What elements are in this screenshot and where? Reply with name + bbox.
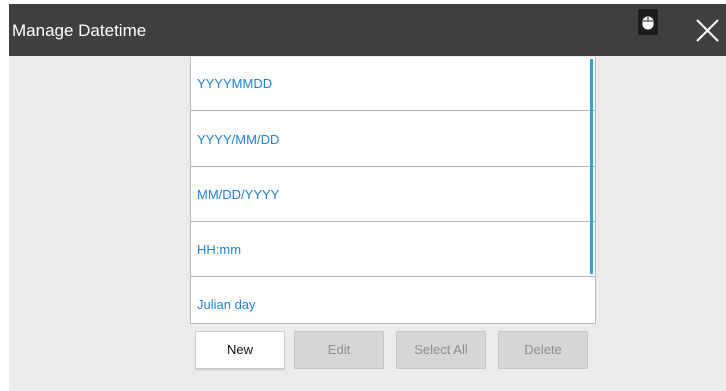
format-label: MM/DD/YYYY [197, 187, 280, 202]
edit-button[interactable]: Edit [294, 331, 384, 369]
format-label: HH:mm [197, 242, 242, 257]
list-item-yyyy-mm-dd[interactable]: YYYY/MM/DD [191, 113, 595, 167]
select-all-button[interactable]: Select All [396, 331, 486, 369]
title-bar: Manage Datetime [9, 4, 726, 56]
datetime-format-list[interactable]: YYYYMMDD YYYY/MM/DD MM/DD/YYYY HH:mm Jul… [190, 57, 596, 324]
list-item-julian-day[interactable]: Julian day [191, 278, 595, 323]
list-item-yyyymmdd[interactable]: YYYYMMDD [191, 57, 595, 111]
close-icon[interactable] [692, 14, 722, 46]
format-label: YYYYMMDD [197, 76, 273, 91]
new-button[interactable]: New [195, 331, 285, 369]
list-item-mm-dd-yyyy[interactable]: MM/DD/YYYY [191, 168, 595, 222]
format-label: Julian day [197, 297, 256, 312]
list-item-hh-mm[interactable]: HH:mm [191, 223, 595, 277]
list-scrollbar[interactable] [590, 59, 593, 274]
mouse-icon[interactable] [638, 9, 658, 35]
manage-datetime-window: Manage Datetime YYYYMMDD YYYY/MM/DD MM/D… [9, 4, 726, 391]
delete-button[interactable]: Delete [498, 331, 588, 369]
window-title: Manage Datetime [12, 21, 147, 40]
format-label: YYYY/MM/DD [197, 132, 280, 147]
